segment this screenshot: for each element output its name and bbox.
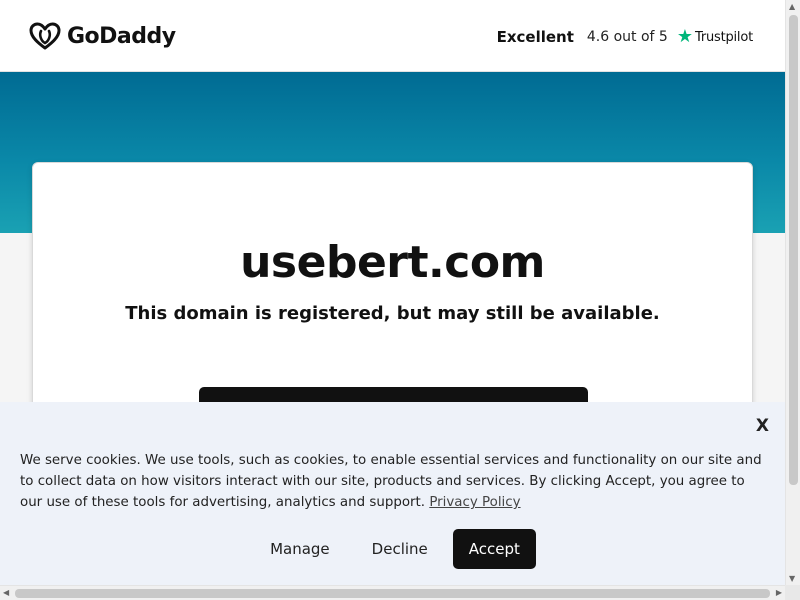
trustpilot-rating[interactable]: Excellent 4.6 out of 5 ★ Trustpilot: [496, 26, 754, 48]
accept-button[interactable]: Accept: [452, 529, 536, 569]
manage-button[interactable]: Manage: [249, 530, 351, 568]
scroll-down-icon[interactable]: ▼: [789, 574, 795, 583]
domain-name: usebert.com: [240, 237, 545, 288]
scroll-left-icon[interactable]: ◀: [3, 588, 9, 597]
close-icon[interactable]: X: [756, 416, 769, 436]
cookie-banner: X We serve cookies. We use tools, such a…: [0, 402, 785, 586]
horizontal-scrollbar[interactable]: ◀ ▶: [0, 585, 785, 600]
privacy-policy-link[interactable]: Privacy Policy: [429, 495, 520, 510]
scroll-up-icon[interactable]: ▲: [789, 2, 795, 11]
godaddy-logo[interactable]: GoDaddy: [28, 20, 176, 52]
domain-status: This domain is registered, but may still…: [125, 303, 660, 324]
horizontal-scroll-thumb[interactable]: [15, 589, 770, 598]
scroll-right-icon[interactable]: ▶: [776, 588, 782, 597]
godaddy-heart-icon: [29, 22, 61, 50]
rating-label: Excellent: [496, 28, 574, 46]
brand-name: GoDaddy: [67, 23, 176, 49]
rating-score: 4.6 out of 5: [586, 29, 668, 45]
decline-button[interactable]: Decline: [351, 530, 449, 568]
cookie-message: We serve cookies. We use tools, such as …: [20, 450, 770, 513]
vertical-scrollbar[interactable]: ▲ ▼: [785, 0, 800, 585]
cookie-actions: Manage Decline Accept: [0, 529, 785, 569]
vertical-scroll-thumb[interactable]: [789, 15, 798, 485]
scrollbar-corner: [785, 585, 800, 600]
trustpilot-name: Trustpilot: [694, 29, 753, 45]
trustpilot-star-icon: ★: [676, 26, 693, 47]
cookie-text: We serve cookies. We use tools, such as …: [20, 453, 762, 510]
site-header: GoDaddy Excellent 4.6 out of 5 ★ Trustpi…: [0, 0, 785, 72]
